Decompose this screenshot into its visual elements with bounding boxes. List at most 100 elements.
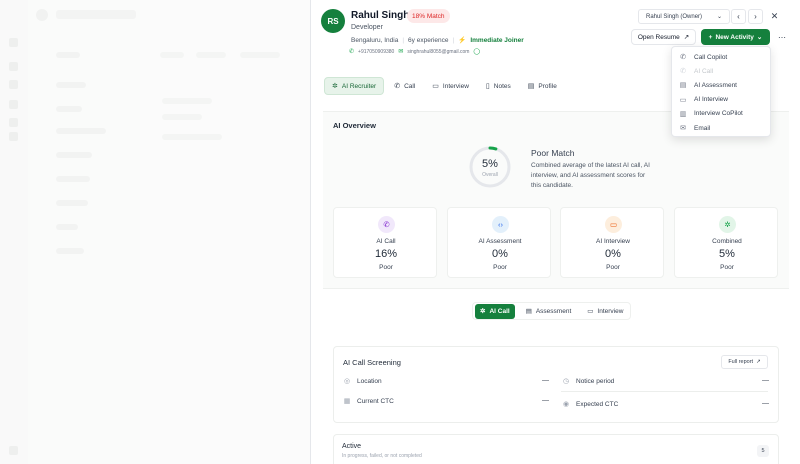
field-label: Expected CTC [576,400,619,408]
chevron-down-icon: ⌄ [716,14,722,20]
menu-item-ai-interview[interactable]: ▭ AI Interview [672,93,770,107]
tab-profile[interactable]: ▤ Profile [521,77,564,95]
sub-tab-label: AI Call [489,307,510,315]
video-icon: ▭ [432,83,439,90]
field-current-ctc: ▦ Current CTC [343,397,394,406]
score-card-value: 16% [374,248,398,260]
sub-tab-label: Assessment [535,307,572,315]
tab-interview[interactable]: ▭ Interview [425,77,476,95]
open-resume-button[interactable]: Open Resume ↗ [631,29,696,45]
sparkle-icon: ✲ [480,308,486,315]
candidate-name: Rahul Singh [351,10,410,21]
field-value: — [542,397,549,404]
more-options-button[interactable]: ⋯ [775,29,789,45]
menu-item-email[interactable]: ✉ Email [672,121,770,135]
candidate-experience: 6y experience [408,36,449,44]
menu-item-call-copilot[interactable]: ✆ Call Copilot [672,50,770,64]
background-app [0,0,310,464]
score-card-value: 0% [605,248,621,260]
full-report-label: Full report [728,359,754,365]
clipboard-icon: ▤ [525,308,532,315]
mail-icon: ✉ [680,125,686,133]
menu-item-label: Call Copilot [694,53,728,61]
code-icon: ‹› [492,216,509,233]
menu-item-label: AI Assessment [694,81,737,89]
tab-notes[interactable]: ▯ Notes [479,77,518,95]
sub-tab-assessment[interactable]: ▤ Assessment [521,304,577,319]
bolt-icon: ⚡ [458,37,467,44]
close-button[interactable]: ✕ [767,9,782,24]
tab-label: Call [404,82,416,90]
score-card-label: AI Assessment [478,238,522,245]
phone-icon: ✆ [378,216,395,233]
candidate-role: Developer [351,24,383,31]
phone-icon: ✆ [680,54,686,62]
overall-label: Overall [482,172,498,178]
tab-call[interactable]: ✆ Call [387,77,422,95]
field-location: ◎ Location [343,377,382,386]
plus-icon: + [708,33,713,41]
score-card-label: AI Call [376,238,396,245]
tab-label: Notes [493,82,511,90]
new-activity-menu: ✆ Call Copilot ✆ AI Call ▤ AI Assessment ▭ AI I… [671,46,771,137]
field-value: — [542,377,549,384]
external-link-icon: ↗ [756,359,761,365]
score-card-ai-interview: ▭ AI Interview 0% Poor [560,207,664,278]
match-badge: 18% Match [407,9,450,23]
next-button[interactable]: › [748,9,763,24]
active-subtitle: In progress, failed, or not completed [342,453,422,459]
divider [561,391,768,392]
candidate-meta: Bengaluru, India | 6y experience | ⚡ Imm… [351,36,524,45]
mail-icon: ✉ [398,49,404,55]
phone-icon: ✆ [349,49,355,55]
menu-item-interview-copilot[interactable]: ▥ Interview CoPilot [672,107,770,121]
sub-tab-interview[interactable]: ▭ Interview [582,304,628,319]
external-link-icon: ↗ [683,34,690,41]
menu-item-ai-call: ✆ AI Call [672,64,770,78]
chevron-left-icon: ‹ [737,12,740,21]
sparkle-icon: ✲ [719,216,736,233]
tab-label: AI Recruiter [341,82,377,90]
new-activity-button[interactable]: + New Activity ⌄ [701,29,770,45]
sparkle-icon: ✲ [332,83,338,90]
activity-sub-tabs: ✲ AI Call ▤ Assessment ▭ Interview [472,302,632,320]
modal-overlay[interactable] [0,0,310,464]
close-icon: ✕ [770,11,779,21]
screening-title: AI Call Screening [343,358,401,367]
chevron-right-icon: › [754,12,757,21]
score-card-label: AI Interview [596,238,630,245]
field-notice-period: ◷ Notice period [562,377,614,386]
score-card-status: Poor [493,264,507,271]
field-expected-ctc: ◉ Expected CTC [562,400,619,409]
score-card-status: Poor [720,264,734,271]
menu-item-label: Email [694,124,711,132]
owner-value: Rahul Singh (Owner) [646,13,703,20]
active-activities-card[interactable] [333,434,779,464]
chevron-down-icon: ⌄ [756,34,763,41]
menu-item-label: AI Interview [694,96,728,104]
score-card-status: Poor [379,264,393,271]
phone-icon: ✆ [394,83,401,90]
video-icon: ▭ [605,216,622,233]
clipboard-icon: ▤ [679,82,687,90]
whatsapp-icon[interactable]: ◯ [473,48,480,55]
panel-tabs: ✲ AI Recruiter ✆ Call ▭ Interview ▯ Notes ▤ Profi… [324,77,564,95]
clock-icon: ◷ [562,378,570,385]
menu-item-ai-assessment[interactable]: ▤ AI Assessment [672,78,770,92]
candidate-phone[interactable]: +917050909380 [358,49,394,55]
contact-info: ✆ +917050909380 ✉ singhrahul8055@gmail.c… [349,48,480,56]
avatar: RS [321,9,345,33]
candidate-availability: Immediate Joiner [470,36,524,44]
owner-select[interactable]: Rahul Singh (Owner) ⌄ [638,9,730,24]
previous-button[interactable]: ‹ [731,9,746,24]
sub-tab-label: Interview [597,307,624,315]
menu-item-label: AI Call [694,67,714,75]
score-card-label: Combined [712,238,742,245]
sub-tab-ai-call[interactable]: ✲ AI Call [475,303,515,319]
candidate-email[interactable]: singhrahul8055@gmail.com [407,49,469,55]
tab-ai-recruiter[interactable]: ✲ AI Recruiter [324,77,385,95]
active-count: 5 [757,445,769,457]
score-card-value: 0% [492,248,508,260]
document-icon: ▥ [679,110,687,118]
full-report-button[interactable]: Full report ↗ [721,355,768,369]
